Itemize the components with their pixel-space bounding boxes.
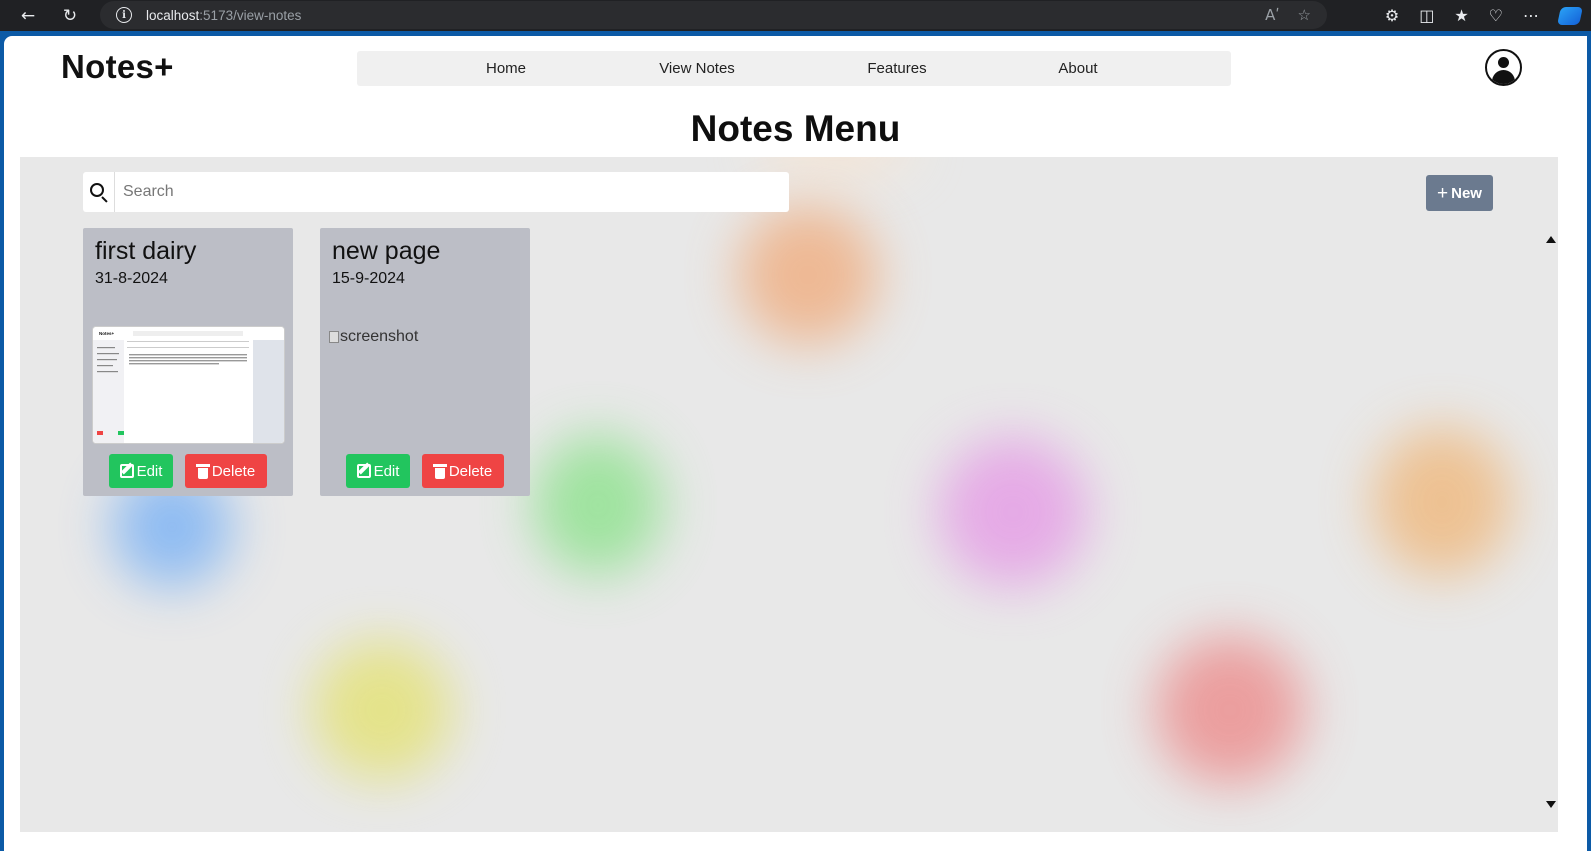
background-blob xyxy=(312,640,452,780)
note-title: new page xyxy=(332,237,441,265)
read-aloud-icon[interactable]: Aʹ xyxy=(1265,6,1279,24)
edit-label: Edit xyxy=(136,462,163,480)
background-blob xyxy=(1372,427,1512,577)
delete-button[interactable]: Delete xyxy=(185,454,267,488)
more-options-icon[interactable]: ⋯ xyxy=(1523,6,1539,25)
thumbnail-logo: Notes+ xyxy=(99,331,115,336)
note-date: 31-8-2024 xyxy=(95,270,168,287)
address-bar[interactable]: i localhost:5173/view-notes Aʹ ☆ xyxy=(100,1,1327,29)
delete-label: Delete xyxy=(448,462,493,480)
edit-button[interactable]: Edit xyxy=(346,454,410,488)
nav-item-features[interactable]: Features xyxy=(867,51,926,86)
search-icon xyxy=(83,172,115,212)
nav-bar: Home View Notes Features About xyxy=(357,51,1231,86)
background-blob xyxy=(1155,635,1305,785)
page-title: Notes Menu xyxy=(690,108,901,149)
browser-toolbar: ← ↻ i localhost:5173/view-notes Aʹ ☆ ⚙ ◫… xyxy=(0,0,1591,31)
favorites-icon[interactable]: ★ xyxy=(1454,6,1468,25)
new-note-button[interactable]: + New xyxy=(1426,175,1493,211)
split-screen-icon[interactable]: ◫ xyxy=(1419,6,1434,25)
plus-icon: + xyxy=(1437,182,1449,204)
background-blob xyxy=(533,435,663,575)
user-avatar-icon[interactable] xyxy=(1485,49,1522,86)
nav-item-home[interactable]: Home xyxy=(486,51,526,86)
browser-essentials-icon[interactable]: ♡ xyxy=(1489,6,1503,25)
app-logo[interactable]: Notes+ xyxy=(61,48,174,86)
scroll-up-arrow-icon[interactable] xyxy=(1546,236,1556,243)
delete-button[interactable]: Delete xyxy=(422,454,504,488)
nav-item-view-notes[interactable]: View Notes xyxy=(659,51,735,86)
note-title: first dairy xyxy=(95,237,197,265)
new-note-label: New xyxy=(1451,184,1482,202)
extensions-icon[interactable]: ⚙ xyxy=(1385,6,1399,25)
note-card[interactable]: new page 15-9-2024 screenshot Edit Delet… xyxy=(320,228,530,496)
nav-item-about[interactable]: About xyxy=(1058,51,1097,86)
background-blob xyxy=(938,437,1088,587)
scroll-down-arrow-icon[interactable] xyxy=(1546,801,1556,808)
edit-icon xyxy=(119,464,134,478)
image-alt-text: screenshot xyxy=(340,328,419,345)
broken-image-icon xyxy=(329,331,339,343)
notes-board: + New first dairy 31-8-2024 Notes+ xyxy=(20,157,1558,832)
edit-icon xyxy=(356,464,371,478)
delete-label: Delete xyxy=(211,462,256,480)
site-info-icon[interactable]: i xyxy=(116,7,132,23)
url-text[interactable]: localhost:5173/view-notes xyxy=(146,8,301,23)
note-card[interactable]: first dairy 31-8-2024 Notes+ Edit Delete xyxy=(83,228,293,496)
reload-icon[interactable]: ↻ xyxy=(56,2,84,30)
trash-icon xyxy=(195,463,210,479)
favorite-star-icon[interactable]: ☆ xyxy=(1298,6,1311,24)
edit-button[interactable]: Edit xyxy=(109,454,173,488)
back-arrow-icon[interactable]: ← xyxy=(14,2,42,30)
note-date: 15-9-2024 xyxy=(332,270,405,287)
copilot-icon[interactable] xyxy=(1557,6,1583,25)
trash-icon xyxy=(432,463,447,479)
broken-image: screenshot xyxy=(329,328,418,346)
background-blob xyxy=(738,205,878,345)
search-input[interactable] xyxy=(115,173,789,211)
note-thumbnail[interactable]: Notes+ xyxy=(92,326,285,444)
search-box xyxy=(83,172,789,212)
page: Notes+ Home View Notes Features About No… xyxy=(4,36,1587,851)
edit-label: Edit xyxy=(373,462,400,480)
